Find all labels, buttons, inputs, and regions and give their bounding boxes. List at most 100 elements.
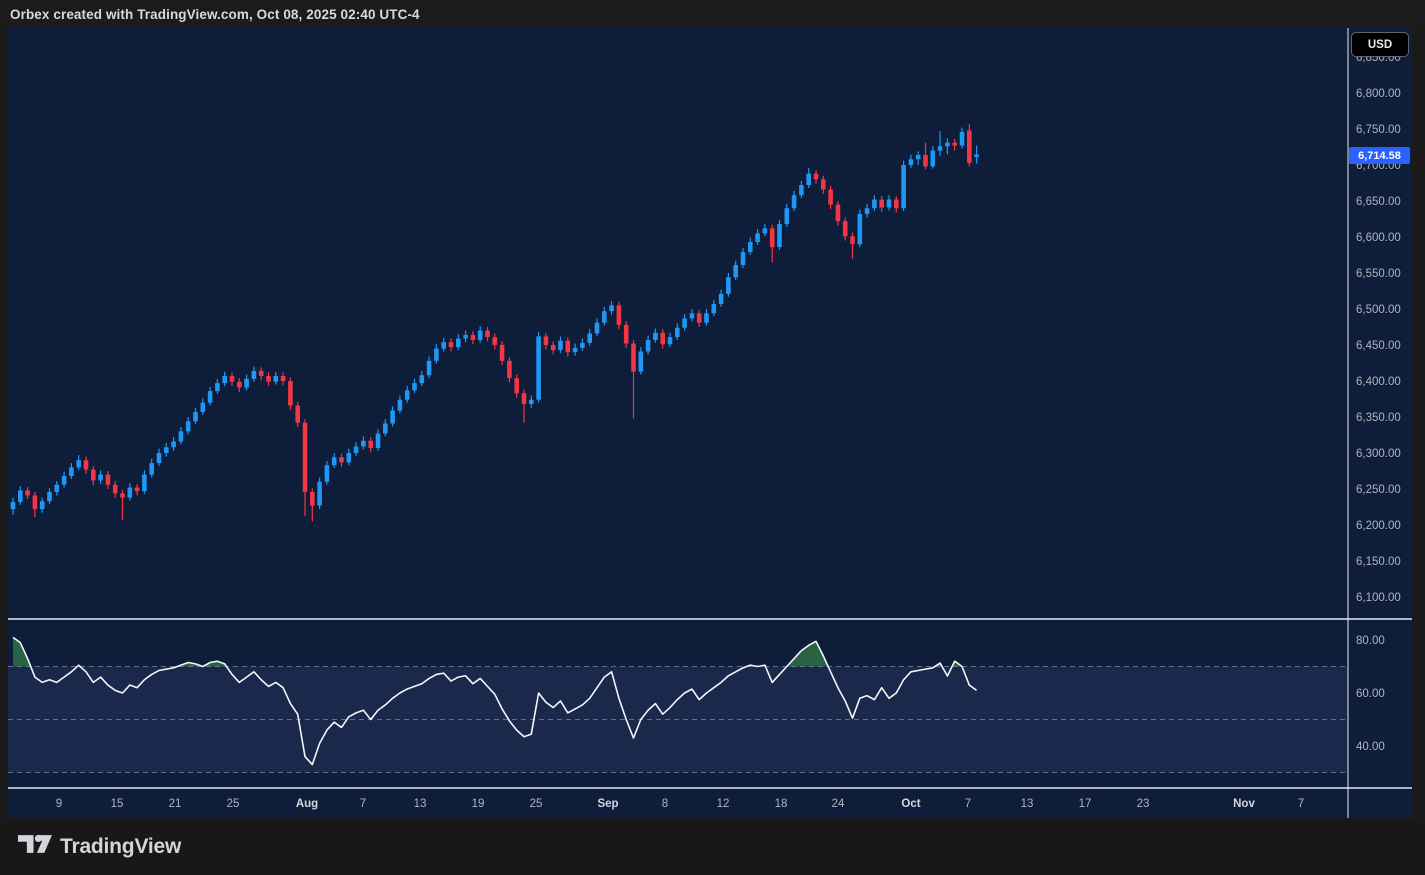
candle-body: [208, 391, 213, 403]
candle-body: [923, 155, 928, 167]
price-tick-label: 6,600.00: [1356, 232, 1401, 244]
candle-body: [405, 390, 410, 399]
candle-body: [799, 185, 804, 195]
candle-body: [18, 490, 23, 502]
candle-body: [179, 431, 184, 441]
tradingview-brand-text: TradingView: [60, 835, 181, 859]
candle-body: [266, 376, 271, 382]
time-day-label: 23: [1137, 798, 1150, 810]
candle-body: [690, 313, 695, 318]
candle-body: [332, 457, 337, 465]
price-tick-label: 6,150.00: [1356, 556, 1401, 568]
tradingview-brand-link[interactable]: TradingView: [18, 831, 181, 862]
candle-body: [558, 341, 563, 350]
price-tick-label: 6,300.00: [1356, 448, 1401, 460]
candle-body: [952, 143, 957, 146]
candle-body: [500, 345, 505, 361]
candle-body: [763, 228, 768, 233]
candle-body: [339, 457, 344, 462]
candle-body: [580, 343, 585, 348]
candle-body: [295, 405, 300, 422]
candle-body: [412, 383, 417, 390]
candle-body: [551, 345, 556, 350]
candle-body: [347, 453, 352, 462]
candle-body: [149, 463, 154, 475]
candle-body: [931, 151, 936, 167]
candle-body: [427, 361, 432, 375]
candle-body: [828, 189, 833, 204]
candle-body: [536, 336, 541, 399]
candle-body: [478, 331, 483, 340]
time-month-label: Oct: [901, 798, 920, 810]
candle-body: [325, 465, 330, 482]
candle-body: [609, 305, 614, 311]
candle-body: [624, 325, 629, 344]
candle-body: [157, 453, 162, 463]
time-day-label: 18: [775, 798, 788, 810]
candle-body: [974, 155, 979, 158]
time-day-label: 25: [227, 798, 240, 810]
time-day-label: 7: [1298, 798, 1304, 810]
candle-body: [120, 493, 125, 497]
candle-body: [317, 482, 322, 506]
candle-body: [55, 485, 60, 492]
candle-body: [128, 488, 133, 498]
candle-body: [376, 434, 381, 448]
candle-body: [573, 348, 578, 352]
time-day-label: 7: [965, 798, 971, 810]
candle-body: [909, 159, 914, 165]
time-day-label: 24: [832, 798, 845, 810]
candle-body: [792, 195, 797, 208]
candle-body: [186, 421, 191, 431]
candle-body: [960, 132, 965, 146]
candle-body: [25, 490, 30, 495]
price-tick-label: 6,550.00: [1356, 268, 1401, 280]
candle-body: [587, 333, 592, 342]
price-tick-label: 6,350.00: [1356, 412, 1401, 424]
tradingview-logo-icon: [18, 831, 52, 862]
candle-body: [806, 174, 811, 186]
candle-body: [894, 200, 899, 209]
candle-body: [785, 208, 790, 224]
candle-body: [755, 233, 760, 242]
candle-body: [11, 502, 16, 509]
chart-canvas[interactable]: 6,850.006,800.006,750.006,700.006,650.00…: [0, 0, 1425, 818]
tradingview-screenshot: Orbex created with TradingView.com, Oct …: [0, 0, 1425, 875]
candle-body: [420, 375, 425, 383]
candle-body: [595, 323, 600, 334]
rsi-tick-label: 80.00: [1356, 635, 1385, 647]
candle-body: [916, 155, 921, 159]
time-day-label: 8: [662, 798, 668, 810]
candle-body: [113, 485, 118, 494]
candle-body: [215, 383, 220, 391]
time-month-label: Sep: [597, 798, 618, 810]
candle-body: [522, 393, 527, 404]
candle-body: [675, 328, 680, 337]
candle-body: [281, 376, 286, 381]
candle-body: [274, 376, 279, 382]
candle-body: [777, 224, 782, 247]
candle-body: [259, 371, 264, 376]
candle-body: [938, 146, 943, 150]
candle-body: [646, 340, 651, 352]
time-day-label: 21: [169, 798, 182, 810]
candle-body: [456, 339, 461, 348]
candle-body: [901, 165, 906, 208]
candle-body: [836, 205, 841, 222]
candle-body: [98, 475, 103, 481]
time-month-label: Aug: [296, 798, 318, 810]
candle-body: [361, 441, 366, 447]
currency-button[interactable]: USD: [1351, 32, 1409, 57]
candle-body: [288, 381, 293, 405]
time-month-label: Nov: [1233, 798, 1255, 810]
candle-body: [660, 333, 665, 345]
candle-body: [244, 379, 249, 388]
price-tick-label: 6,450.00: [1356, 340, 1401, 352]
candle-body: [33, 495, 38, 509]
time-day-label: 13: [1021, 798, 1034, 810]
candle-body: [383, 423, 388, 433]
candle-body: [865, 208, 870, 214]
candle-body: [682, 318, 687, 327]
price-tick-label: 6,100.00: [1356, 592, 1401, 604]
footer-bar: TradingView: [0, 818, 1425, 875]
